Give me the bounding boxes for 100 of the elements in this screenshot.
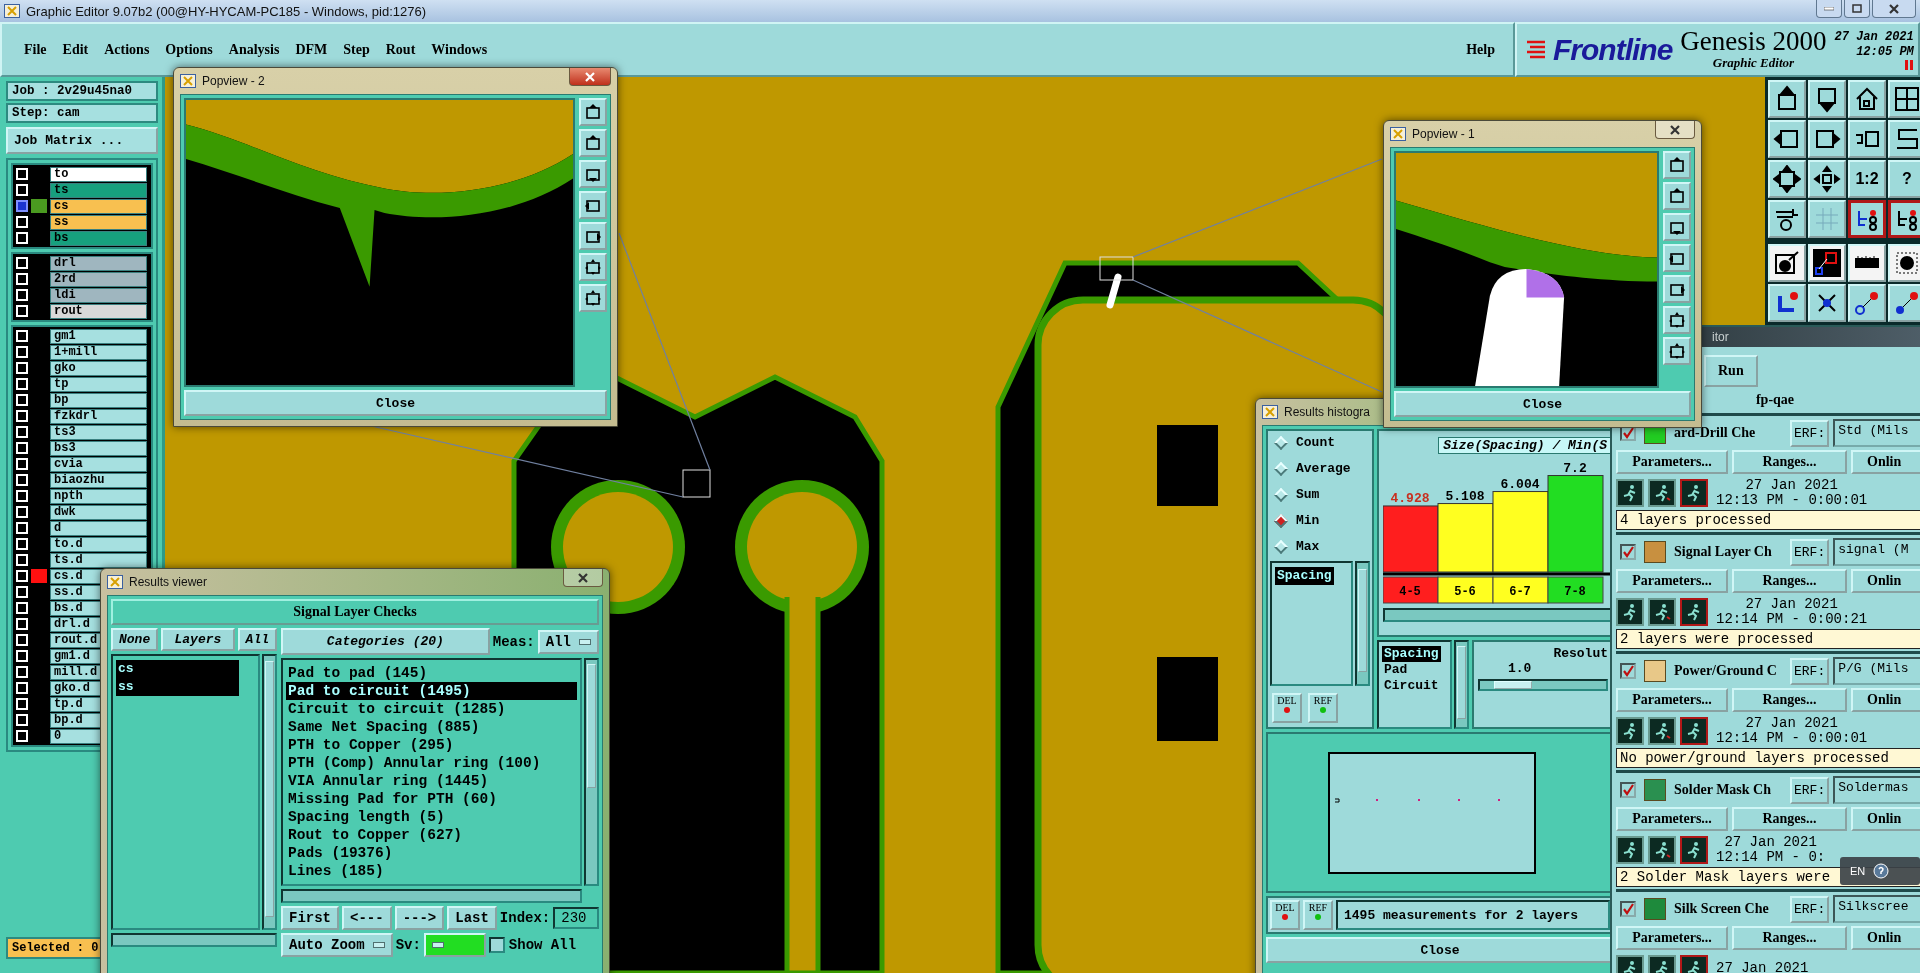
parameters-button[interactable]: Parameters...: [1616, 926, 1728, 950]
run-icon-button[interactable]: [1648, 835, 1676, 864]
run-icon-button[interactable]: [1648, 716, 1676, 745]
menu-item[interactable]: DFM: [287, 38, 336, 61]
view-tool-button[interactable]: [579, 222, 607, 250]
radio-option[interactable]: Min: [1268, 509, 1372, 532]
run-icon-button[interactable]: [1616, 835, 1644, 864]
view-tool-button[interactable]: [579, 253, 607, 281]
menu-item[interactable]: Options: [157, 38, 221, 61]
view-tool-button[interactable]: [1663, 275, 1691, 303]
erf-field[interactable]: Std (Mils: [1833, 419, 1920, 447]
all-button[interactable]: All: [237, 628, 277, 651]
maximize-button[interactable]: [1844, 0, 1870, 18]
run-icon-button[interactable]: [1680, 478, 1708, 507]
list-item[interactable]: Pads (19376): [286, 844, 577, 862]
nav-button[interactable]: First: [281, 906, 339, 930]
view-tool-button[interactable]: [1663, 244, 1691, 272]
run-icon-button[interactable]: [1648, 597, 1676, 626]
run-icon-button[interactable]: [1616, 716, 1644, 745]
erf-button[interactable]: ERF:: [1790, 538, 1830, 566]
scrollbar[interactable]: [1383, 608, 1612, 622]
layer-name[interactable]: ts: [50, 182, 147, 198]
list-item[interactable]: Spacing: [1382, 646, 1441, 662]
online-button[interactable]: Onlin: [1851, 926, 1920, 950]
layer-name[interactable]: ts.d: [50, 552, 147, 568]
ranges-button[interactable]: Ranges...: [1732, 569, 1847, 593]
layer-name[interactable]: fzkdrl: [50, 408, 147, 424]
close-button[interactable]: [563, 569, 603, 587]
ratio-button[interactable]: 1:2: [1848, 160, 1886, 198]
list-item[interactable]: Same Net Spacing (885): [286, 718, 577, 736]
radio-option[interactable]: Sum: [1268, 483, 1372, 506]
scrollbar[interactable]: [281, 889, 582, 903]
list-item[interactable]: Circuit: [1382, 678, 1441, 694]
list-item[interactable]: Pad: [1382, 662, 1410, 678]
layer-name[interactable]: bp: [50, 392, 147, 408]
checkbox[interactable]: [16, 200, 28, 212]
scrollbar[interactable]: [262, 654, 277, 930]
layer-name[interactable]: biaozhu: [50, 472, 147, 488]
ranges-button[interactable]: Ranges...: [1732, 688, 1847, 712]
menu-item[interactable]: Rout: [377, 38, 424, 61]
del-button[interactable]: DEL: [1270, 900, 1300, 930]
minimize-button[interactable]: [1816, 0, 1842, 18]
close-button[interactable]: Close: [1394, 391, 1691, 417]
list-item[interactable]: Spacing: [1275, 567, 1334, 585]
del-button[interactable]: DEL: [1272, 693, 1302, 723]
layer-name[interactable]: bs3: [50, 440, 147, 456]
tool-button[interactable]: [1848, 200, 1886, 238]
job-matrix-button[interactable]: Job Matrix ...: [6, 127, 158, 154]
zoom-dropdown[interactable]: Auto Zoom: [281, 933, 393, 957]
erf-field[interactable]: signal (M: [1833, 538, 1920, 566]
view-tool-button[interactable]: [579, 191, 607, 219]
ranges-button[interactable]: Ranges...: [1732, 926, 1847, 950]
close-button[interactable]: Close: [184, 390, 607, 416]
list-item[interactable]: PTH (Comp) Annular ring (100): [286, 754, 577, 772]
parameters-button[interactable]: Parameters...: [1616, 450, 1728, 474]
slider[interactable]: [1478, 679, 1608, 691]
checkbox[interactable]: [1620, 901, 1636, 917]
run-icon-button[interactable]: [1616, 478, 1644, 507]
menu-item[interactable]: Step: [335, 38, 378, 61]
index-field[interactable]: 230: [553, 907, 599, 929]
nav-button[interactable]: --->: [394, 906, 445, 930]
list-item[interactable]: cs: [116, 660, 239, 678]
menu-item[interactable]: Analysis: [220, 38, 288, 61]
layer-name[interactable]: rout: [50, 303, 147, 319]
layer-name[interactable]: cvia: [50, 456, 147, 472]
layers-button[interactable]: Layers: [161, 628, 235, 651]
list-item[interactable]: Missing Pad for PTH (60): [286, 790, 577, 808]
slider-thumb[interactable]: [1493, 681, 1532, 689]
layer-name[interactable]: ts3: [50, 424, 147, 440]
menu-item[interactable]: Windows: [423, 38, 496, 61]
run-icon-button[interactable]: [1680, 597, 1708, 626]
layer-name[interactable]: 2rd: [50, 271, 147, 287]
layer-name[interactable]: d: [50, 520, 147, 536]
layer-name[interactable]: cs: [50, 198, 147, 214]
checkbox[interactable]: [1620, 663, 1636, 679]
close-button[interactable]: [1655, 121, 1695, 139]
run-button[interactable]: Run: [1704, 355, 1758, 387]
ref-button[interactable]: REF: [1303, 900, 1333, 930]
help-menu[interactable]: Help: [1458, 38, 1503, 61]
scrollbar[interactable]: [1454, 640, 1469, 729]
scrollbar[interactable]: [584, 658, 599, 886]
view-tool-button[interactable]: [1663, 213, 1691, 241]
radio-option[interactable]: Max: [1268, 535, 1372, 558]
online-button[interactable]: Onlin: [1851, 569, 1920, 593]
color-dropdown[interactable]: [423, 933, 486, 957]
scrollbar[interactable]: [111, 933, 277, 947]
ranges-button[interactable]: Ranges...: [1732, 807, 1847, 831]
run-icon-button[interactable]: [1680, 835, 1708, 864]
view-tool-button[interactable]: [579, 160, 607, 188]
erf-field[interactable]: Soldermas: [1833, 776, 1920, 804]
layer-name[interactable]: npth: [50, 488, 147, 504]
layer-name[interactable]: drl: [50, 255, 147, 271]
layer-name[interactable]: to: [50, 166, 147, 182]
radio-option[interactable]: Average: [1268, 457, 1372, 480]
none-button[interactable]: None: [111, 628, 159, 651]
checkbox[interactable]: [1620, 782, 1636, 798]
layer-name[interactable]: bs: [50, 230, 147, 246]
layer-name[interactable]: gm1: [50, 328, 147, 344]
erf-button[interactable]: ERF:: [1790, 419, 1830, 447]
layer-name[interactable]: gko: [50, 360, 147, 376]
